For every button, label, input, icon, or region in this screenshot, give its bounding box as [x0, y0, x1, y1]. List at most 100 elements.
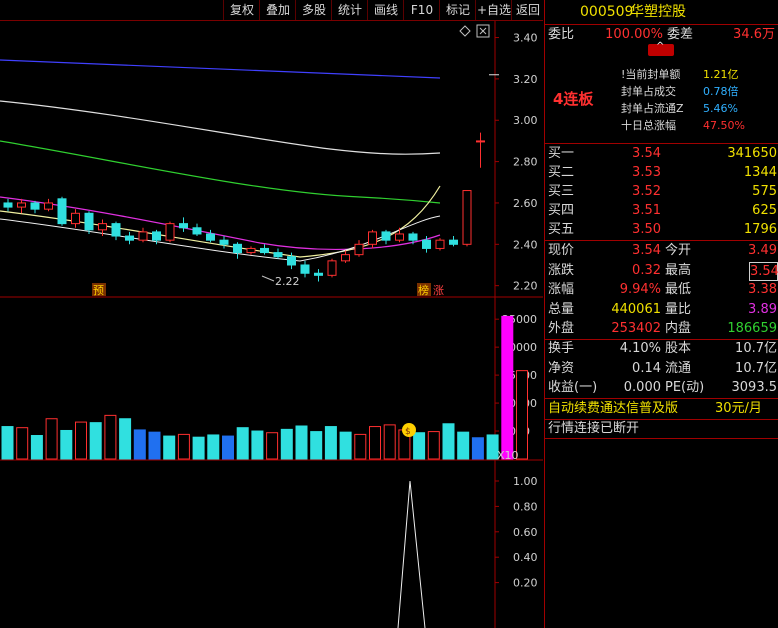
candle-body[interactable] — [152, 231, 161, 241]
candle-body[interactable] — [30, 202, 40, 210]
volume-bar[interactable] — [1, 426, 14, 460]
x10-label[interactable]: X10 — [497, 449, 519, 462]
toolbar-btn-2[interactable]: 多股 — [295, 0, 332, 20]
toolbar-btn-6[interactable]: 标记 — [439, 0, 476, 20]
volume-bar[interactable] — [339, 431, 352, 460]
candle-body[interactable] — [462, 190, 472, 245]
volume-bar[interactable] — [16, 427, 29, 460]
volume-bar[interactable] — [207, 434, 220, 460]
candle-body[interactable] — [44, 202, 53, 210]
candle-body[interactable] — [179, 223, 188, 229]
candle-body[interactable] — [354, 243, 364, 256]
toolbar-btn-4[interactable]: 画线 — [367, 0, 404, 20]
volume-bar[interactable] — [516, 370, 528, 460]
volume-bar[interactable] — [413, 432, 426, 460]
volume-bar[interactable] — [75, 421, 87, 460]
candle-body[interactable] — [327, 260, 337, 276]
volume-bar[interactable] — [177, 433, 190, 460]
volume-bar[interactable] — [471, 437, 484, 460]
volume-bar[interactable] — [383, 424, 396, 460]
candle-body[interactable] — [422, 239, 431, 249]
candle-body[interactable] — [381, 231, 391, 241]
candle-body[interactable] — [395, 233, 404, 241]
volume-bar[interactable] — [45, 418, 58, 460]
bid-row-4[interactable]: 买五 3.50 1796 — [545, 220, 778, 240]
candle-body[interactable] — [449, 239, 458, 245]
candle-body[interactable] — [408, 233, 418, 241]
limit-line-3: 十日总涨幅 47.50% — [545, 117, 778, 134]
candle-body[interactable] — [314, 272, 323, 276]
volume-bar[interactable] — [310, 431, 323, 460]
volume-bar[interactable] — [457, 431, 470, 460]
candle-body[interactable] — [57, 198, 67, 225]
candle-body[interactable] — [71, 212, 80, 225]
candle-body[interactable] — [84, 212, 94, 231]
close-box-icon[interactable] — [476, 24, 490, 38]
kline-chart[interactable]: 3.403.203.002.802.602.402.20 2500020000 1… — [0, 21, 543, 628]
candle-body[interactable] — [165, 223, 175, 241]
quote-row-3: 总量 440061 量比 3.89 — [545, 300, 778, 320]
toolbar-btn-1[interactable]: 叠加 — [259, 0, 296, 20]
candle-body[interactable] — [17, 202, 26, 208]
bid-row-3[interactable]: 买四 3.51 625 — [545, 201, 778, 221]
candle-body[interactable] — [219, 239, 229, 245]
volume-bar[interactable] — [163, 435, 176, 460]
candle-body[interactable] — [125, 235, 134, 241]
toolbar-btn-7[interactable]: +自选 — [475, 0, 512, 20]
volume-bar[interactable] — [104, 414, 117, 460]
volume-bar[interactable] — [501, 315, 514, 460]
volume-bar[interactable] — [148, 431, 161, 460]
candle-body[interactable] — [111, 223, 121, 237]
ma-blue-line — [0, 59, 441, 79]
toolbar-btn-0[interactable]: 复权 — [223, 0, 260, 20]
fin-label-b: 股本 — [665, 341, 692, 356]
volume-bar[interactable] — [119, 418, 132, 460]
candle-body[interactable] — [233, 243, 242, 254]
candle-body[interactable] — [476, 140, 485, 143]
volume-bar[interactable] — [251, 430, 264, 460]
volume-bar[interactable] — [192, 436, 205, 460]
diamond-icon[interactable] — [459, 25, 471, 37]
volume-bar[interactable] — [30, 435, 43, 460]
candle-body[interactable] — [206, 233, 215, 241]
bid-row-2[interactable]: 买三 3.52 575 — [545, 182, 778, 202]
ad-banner[interactable]: 自动续费通达信普及版 30元/月 — [545, 399, 778, 419]
candle-body[interactable] — [3, 202, 13, 208]
volume-bar[interactable] — [324, 426, 337, 460]
bid-label: 买二 — [548, 165, 575, 180]
volume-bar[interactable] — [89, 422, 102, 460]
marker-yu[interactable]: 预 — [92, 283, 106, 297]
volume-bar[interactable] — [236, 427, 249, 460]
toolbar-btn-8[interactable]: 返回 — [511, 0, 544, 20]
money-bag-icon[interactable]: $ — [402, 423, 416, 437]
volume-bar[interactable] — [222, 435, 234, 460]
candle-body[interactable] — [287, 256, 296, 266]
volume-bar[interactable] — [266, 432, 279, 460]
candle-body[interactable] — [260, 247, 269, 254]
candle-body[interactable] — [98, 223, 107, 231]
volume-bar[interactable] — [354, 433, 367, 460]
volume-bar[interactable] — [133, 429, 146, 460]
candle-body[interactable] — [368, 231, 377, 245]
volume-bar[interactable] — [427, 431, 440, 460]
candle-body[interactable] — [435, 239, 445, 249]
toolbar-btn-3[interactable]: 统计 — [331, 0, 368, 20]
volume-bar[interactable] — [369, 426, 381, 460]
bid-row-0[interactable]: 买一 3.54 341650 — [545, 144, 778, 164]
candle-body[interactable] — [300, 264, 310, 274]
stock-header[interactable]: 000509 华塑控股 — [545, 2, 778, 24]
bid-row-1[interactable]: 买二 3.53 1344 — [545, 163, 778, 183]
candle-body[interactable] — [138, 231, 148, 241]
volume-bar[interactable] — [442, 423, 455, 460]
candle-body[interactable] — [246, 247, 256, 254]
marker-bang[interactable]: 榜 — [417, 283, 431, 297]
candle-body[interactable] — [192, 227, 202, 235]
toolbar-btn-5[interactable]: F10 — [403, 0, 440, 20]
volume-bar[interactable] — [295, 425, 308, 460]
volume-bar[interactable] — [60, 429, 73, 460]
candle-body[interactable] — [341, 254, 350, 262]
marker-zhang-text[interactable]: 涨 — [433, 284, 444, 297]
expand-toggle[interactable]: ^ — [648, 41, 674, 56]
volume-bar[interactable] — [280, 428, 293, 460]
candle-body[interactable] — [273, 252, 283, 258]
